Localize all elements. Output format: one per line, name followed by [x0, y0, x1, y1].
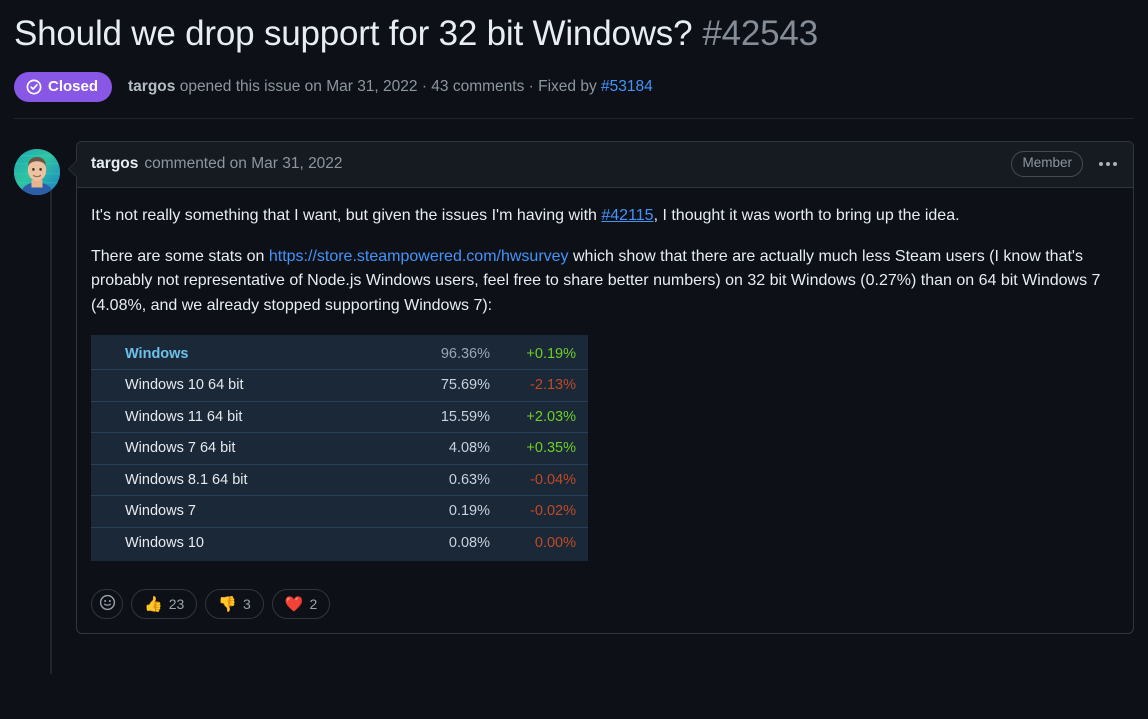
os-share: 0.63%: [448, 471, 490, 488]
steam-survey-table: Windows 96.36% +0.19% Windows 10 64 bit …: [91, 334, 588, 562]
kebab-dot: [1113, 162, 1117, 167]
reaction-thumbs-down[interactable]: 👎 3: [205, 589, 264, 620]
reaction-thumbs-up[interactable]: 👍 23: [131, 589, 198, 620]
table-row: Windows 7 0.19% -0.02%: [91, 496, 588, 528]
os-share: 0.19%: [448, 503, 490, 520]
comment-paragraph-2: There are some stats on https://store.st…: [91, 245, 1119, 319]
reaction-heart[interactable]: ❤️ 2: [271, 589, 331, 620]
comment-paragraph-1: It's not really something that I want, b…: [91, 204, 1119, 229]
os-change: +2.03%: [526, 408, 576, 425]
os-share: 15.59%: [440, 408, 490, 425]
comment-box: targos commented on Mar 31, 2022 Member …: [68, 140, 1134, 635]
timeline: targos commented on Mar 31, 2022 Member …: [14, 140, 1134, 675]
os-name: Windows 8.1 64 bit: [125, 471, 248, 488]
os-change: +0.35%: [526, 440, 576, 457]
status-badge: Closed: [14, 71, 113, 102]
status-badge-label: Closed: [48, 77, 99, 95]
thumbs-up-icon: 👍: [144, 595, 163, 613]
heart-icon: ❤️: [284, 595, 304, 613]
table-row: Windows 8.1 64 bit 0.63% -0.04%: [91, 465, 588, 497]
table-row: Windows 10 64 bit 75.69% -2.13%: [91, 370, 588, 402]
para2-text-a: There are some stats on: [91, 247, 269, 265]
reaction-count: 23: [168, 596, 185, 613]
issue-number: #42543: [702, 14, 818, 53]
member-badge: Member: [1011, 151, 1083, 178]
comment-row: targos commented on Mar 31, 2022 Member …: [14, 140, 1134, 635]
comment-header: targos commented on Mar 31, 2022 Member: [77, 141, 1133, 188]
os-change: -0.04%: [530, 471, 576, 488]
table-row: Windows 10 0.08% 0.00%: [91, 528, 588, 560]
os-share: 75.69%: [440, 377, 490, 394]
kebab-dot: [1099, 162, 1103, 167]
os-name: Windows 10: [125, 535, 204, 552]
issue-meta: targos opened this issue on Mar 31, 2022…: [128, 76, 653, 98]
os-share: 4.08%: [448, 440, 490, 457]
add-reaction-button[interactable]: [91, 589, 123, 620]
issue-subheader: Closed targos opened this issue on Mar 3…: [14, 71, 1134, 119]
para1-text-a: It's not really something that I want, b…: [91, 206, 602, 224]
smiley-plus-icon: [99, 594, 116, 615]
issue-author[interactable]: targos: [128, 78, 175, 95]
reaction-count: 3: [242, 596, 251, 613]
os-change: -2.13%: [530, 377, 576, 394]
issue-page: Should we drop support for 32 bit Window…: [0, 0, 1148, 719]
comment-body: It's not really something that I want, b…: [77, 188, 1133, 582]
thumbs-down-icon: 👎: [218, 595, 237, 613]
os-change: +0.19%: [526, 345, 576, 362]
os-name: Windows: [125, 345, 189, 362]
os-share: 96.36%: [440, 345, 490, 362]
table-row: Windows 7 64 bit 4.08% +0.35%: [91, 433, 588, 465]
issue-reference-link[interactable]: #42115: [601, 207, 653, 224]
comment-author[interactable]: targos: [91, 155, 138, 173]
os-name: Windows 7: [125, 503, 196, 520]
page-title: Should we drop support for 32 bit Window…: [14, 14, 693, 53]
avatar[interactable]: [14, 148, 60, 195]
check-circle-icon: [26, 79, 42, 95]
reaction-bar: 👍 23 👎 3 ❤️ 2: [77, 581, 1133, 633]
os-change: -0.02%: [530, 503, 576, 520]
os-change: 0.00%: [534, 535, 576, 552]
more-options-icon[interactable]: [1097, 158, 1119, 170]
os-name: Windows 11 64 bit: [125, 408, 243, 425]
os-name: Windows 10 64 bit: [125, 377, 244, 394]
steam-survey-link[interactable]: https://store.steampowered.com/hwsurvey: [269, 248, 569, 265]
table-row: Windows 96.36% +0.19%: [91, 339, 588, 371]
para1-text-b: , I thought it was worth to bring up the…: [653, 206, 960, 224]
comment-timestamp: commented on Mar 31, 2022: [144, 155, 343, 173]
fixed-by-link[interactable]: #53184: [601, 78, 653, 95]
reaction-count: 2: [309, 596, 318, 613]
kebab-dot: [1106, 162, 1110, 167]
os-name: Windows 7 64 bit: [125, 440, 236, 457]
issue-meta-text: opened this issue on Mar 31, 2022 · 43 c…: [175, 77, 601, 95]
issue-title-row: Should we drop support for 32 bit Window…: [14, 0, 1134, 56]
table-row: Windows 11 64 bit 15.59% +2.03%: [91, 402, 588, 434]
os-share: 0.08%: [448, 535, 490, 552]
